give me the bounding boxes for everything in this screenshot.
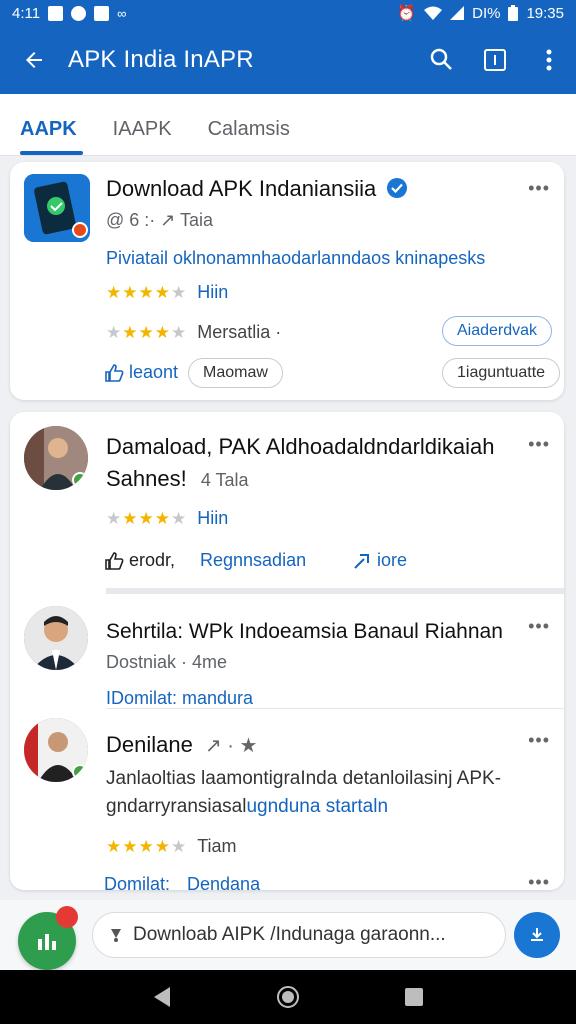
post-title: Damaload, PAK Aldhoadaldndarldikaiah [106, 434, 495, 459]
battery-text: DI% [472, 4, 501, 22]
overflow-menu-button[interactable] [522, 26, 576, 94]
nav-back-icon[interactable] [152, 986, 172, 1008]
nav-recents-icon[interactable] [404, 987, 424, 1007]
verified-icon [387, 178, 408, 198]
tab-calamsis[interactable]: Calamsis [208, 118, 290, 155]
upload-button[interactable] [514, 912, 560, 958]
comment-input-text: Downloab AIPK /Indunaga garaonn... [133, 924, 446, 945]
post-link[interactable]: IDomilat: mandura [106, 688, 253, 709]
app-badge [72, 222, 88, 238]
chart-icon [38, 934, 56, 950]
file-notification-icon [94, 5, 110, 21]
system-nav-bar [0, 970, 576, 1024]
rating-label-secondary: Mersatlia · [197, 322, 282, 342]
comment-input[interactable]: Downloab AIPK /Indunaga garaonn... [92, 912, 506, 958]
tab-bar: AAPK IAAPK Calamsis [0, 94, 576, 156]
link-notification-icon: ∞ [117, 5, 127, 21]
rating-label: Hiin [197, 282, 229, 302]
nav-home-icon[interactable] [276, 985, 300, 1009]
reply-button[interactable]: Regnnsadian [200, 550, 306, 571]
like-button[interactable]: erodr, [104, 550, 175, 571]
signal-icon [450, 6, 465, 20]
rating-row: ★★★★★ Hiin [106, 282, 229, 302]
post-body: Janlaoltias laamontigraInda detanloilasi… [106, 768, 502, 789]
card-title: Download APK Indaniansiia [106, 176, 408, 202]
upload-icon [531, 928, 543, 941]
back-button[interactable] [0, 26, 68, 94]
tab-aapk[interactable]: AAPK [20, 118, 83, 155]
online-status-icon [72, 764, 88, 780]
avatar[interactable] [24, 606, 88, 670]
attach-icon[interactable] [107, 926, 125, 944]
rating-row-secondary: ★★★★★ Mersatlia · [106, 322, 282, 342]
rating-row: ★★★★★ Tiam [106, 836, 237, 856]
comment-pill-button[interactable]: Maomaw [188, 358, 283, 388]
online-status-icon [72, 472, 88, 488]
post-menu-button[interactable]: ••• [528, 872, 550, 893]
divider [106, 708, 564, 709]
battery-icon [508, 5, 519, 21]
post-body-line2: gndarryransiasalugnduna startaln [106, 796, 389, 817]
post-menu-button[interactable]: ••• [528, 434, 550, 455]
post-menu-button[interactable]: ••• [528, 616, 550, 637]
search-button[interactable] [414, 26, 468, 94]
card-meta: @ 6 :· ↗ Taia [106, 210, 214, 230]
status-time-right: 19:35 [526, 4, 564, 22]
reply-link[interactable]: Domilat: Dendana [104, 874, 260, 895]
share-icon [354, 553, 369, 569]
app-bar: APK India InAPR [0, 26, 576, 94]
tab-switch-button[interactable] [468, 26, 522, 94]
back-arrow-icon [26, 52, 42, 68]
post-meta: Dostniak · 4me [106, 652, 228, 672]
open-pill-button[interactable]: Aiaderdvak [442, 316, 553, 346]
app-title: APK India InAPR [68, 46, 254, 73]
like-button[interactable]: leaont [104, 362, 178, 383]
thumbs-up-icon [105, 363, 124, 382]
rating-label: Hiin [197, 508, 229, 528]
divider [106, 588, 564, 594]
search-icon [430, 48, 452, 70]
comments-card: ••• Damaload, PAK Aldhoadaldndarldikaiah… [10, 412, 564, 894]
arrow-star-icon: ↗ · ★ [204, 735, 258, 757]
details-pill-button[interactable]: 1iaguntuatte [442, 358, 561, 388]
wifi-icon [424, 6, 443, 20]
alarm-icon: ⏰ [397, 5, 417, 22]
post-title-line2: Sahnes! 4 Tala [106, 466, 249, 491]
card-menu-button[interactable]: ••• [528, 178, 550, 199]
post-title: Denilane ↗ · ★ [106, 732, 258, 757]
notification-dot [56, 906, 78, 928]
notification-icon [48, 5, 64, 21]
thumbs-up-icon [105, 551, 124, 570]
app-icon[interactable] [24, 174, 90, 242]
status-bar: 4:11 ∞ ⏰ DI% 19:35 [0, 0, 576, 26]
tab-iaapk[interactable]: IAAPK [113, 118, 172, 155]
post-menu-button[interactable]: ••• [528, 730, 550, 751]
card-link[interactable]: Piviatail oklnonamnhaodarlanndaos kninap… [106, 248, 485, 269]
tab-switch-icon [484, 49, 506, 71]
person-avatar-icon [24, 606, 88, 670]
post-meta: 4 Tala [200, 470, 249, 490]
rating-row: ★★★★★ Hiin [106, 508, 229, 528]
post-title: Sehrtila: WPk Indoeamsia Banaul Riahnan [106, 620, 503, 643]
app-card: ••• Download APK Indaniansiia @ 6 :· ↗ T… [10, 162, 564, 400]
rating-label: Tiam [197, 836, 237, 856]
play-notification-icon [71, 5, 87, 21]
share-button[interactable]: iore [352, 550, 407, 571]
status-time-left: 4:11 [12, 4, 41, 22]
avatar[interactable] [24, 718, 88, 782]
avatar[interactable] [24, 426, 88, 490]
overflow-menu-icon [546, 49, 552, 71]
